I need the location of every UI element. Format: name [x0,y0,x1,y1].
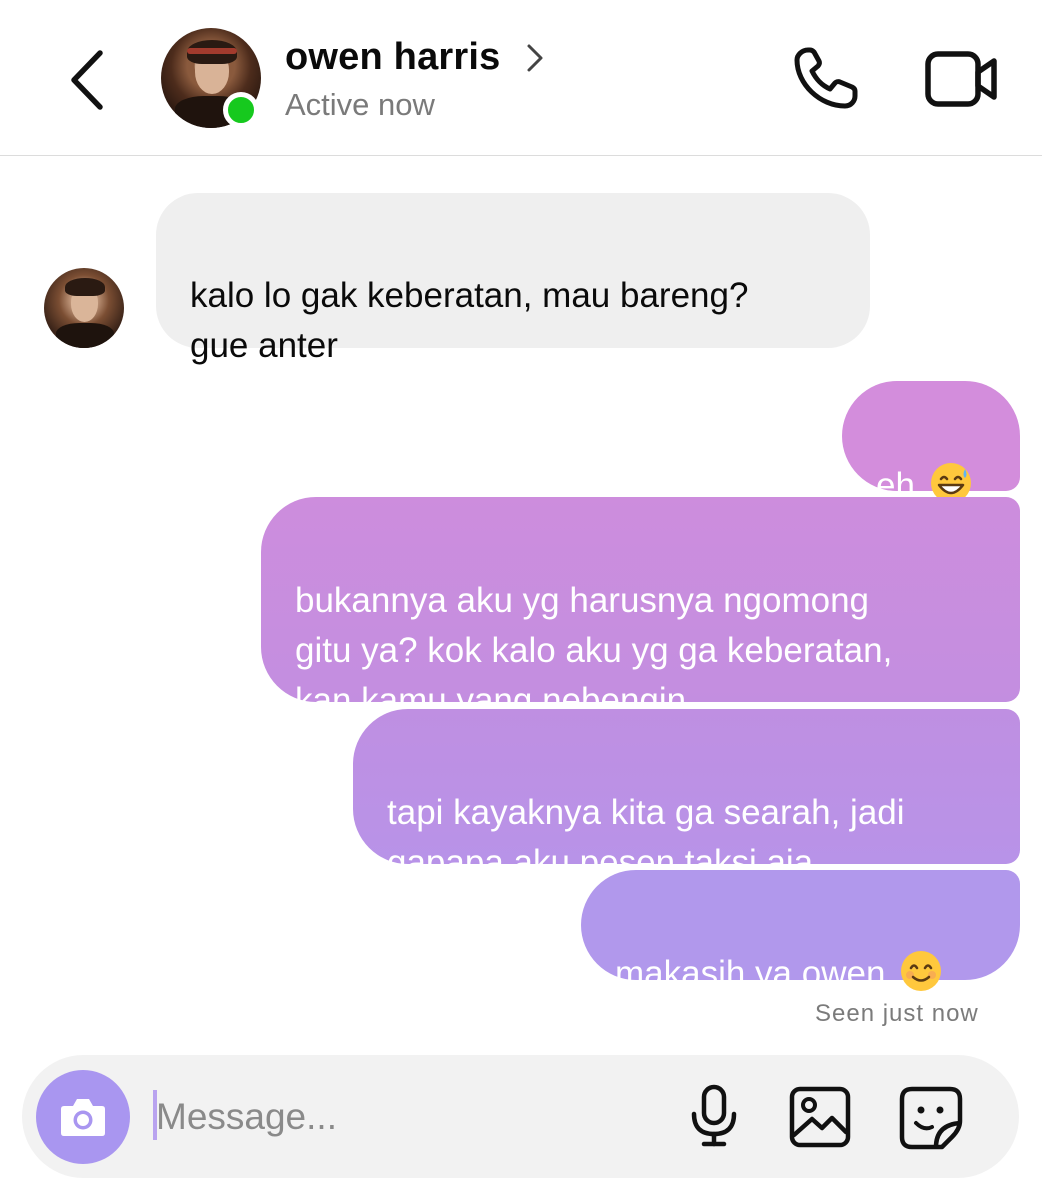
message-text: tapi kayaknya kita ga searah, jadi gapap… [387,793,905,882]
outgoing-message-bubble[interactable]: tapi kayaknya kita ga searah, jadi gapap… [353,709,1020,882]
incoming-message-bubble[interactable]: kalo lo gak keberatan, mau bareng? gue a… [156,193,870,365]
smiling-face-with-smiling-eyes-emoji [901,951,942,991]
voice-message-button[interactable] [686,1084,742,1148]
sticker-button[interactable] [898,1085,964,1151]
outgoing-message-bubble[interactable]: bukannya aku yg harusnya ngomong gitu ya… [261,497,1020,720]
phone-icon [794,47,858,109]
sender-avatar[interactable] [44,268,124,348]
active-status-text: Active now [285,87,435,122]
video-call-button[interactable] [924,48,1000,110]
active-status-dot [223,92,259,128]
chat-screen: owen harris Active now kalo lo gak keber… [0,0,1042,1200]
back-button[interactable] [60,45,120,115]
gallery-button[interactable] [788,1085,852,1149]
outgoing-message-bubble[interactable]: makasih ya owen [581,870,1020,993]
contact-name[interactable]: owen harris [285,36,501,79]
camera-button[interactable] [36,1070,130,1164]
voice-call-button[interactable] [790,44,862,112]
message-text: makasih ya owen [615,954,886,993]
back-chevron-icon [71,50,103,110]
message-input[interactable] [156,1092,656,1142]
camera-icon [61,1099,105,1136]
microphone-icon [691,1084,737,1147]
image-icon [789,1086,851,1148]
outgoing-message-bubble[interactable]: eh [842,381,1020,505]
sticker-icon [899,1086,963,1150]
message-text: kalo lo gak keberatan, mau bareng? gue a… [190,276,749,365]
seen-status: Seen just now [815,1000,979,1027]
video-camera-icon [925,51,997,107]
chevron-right-icon[interactable] [520,40,550,76]
message-text: bukannya aku yg harusnya ngomong gitu ya… [295,581,893,720]
chat-header: owen harris Active now [0,0,1042,156]
